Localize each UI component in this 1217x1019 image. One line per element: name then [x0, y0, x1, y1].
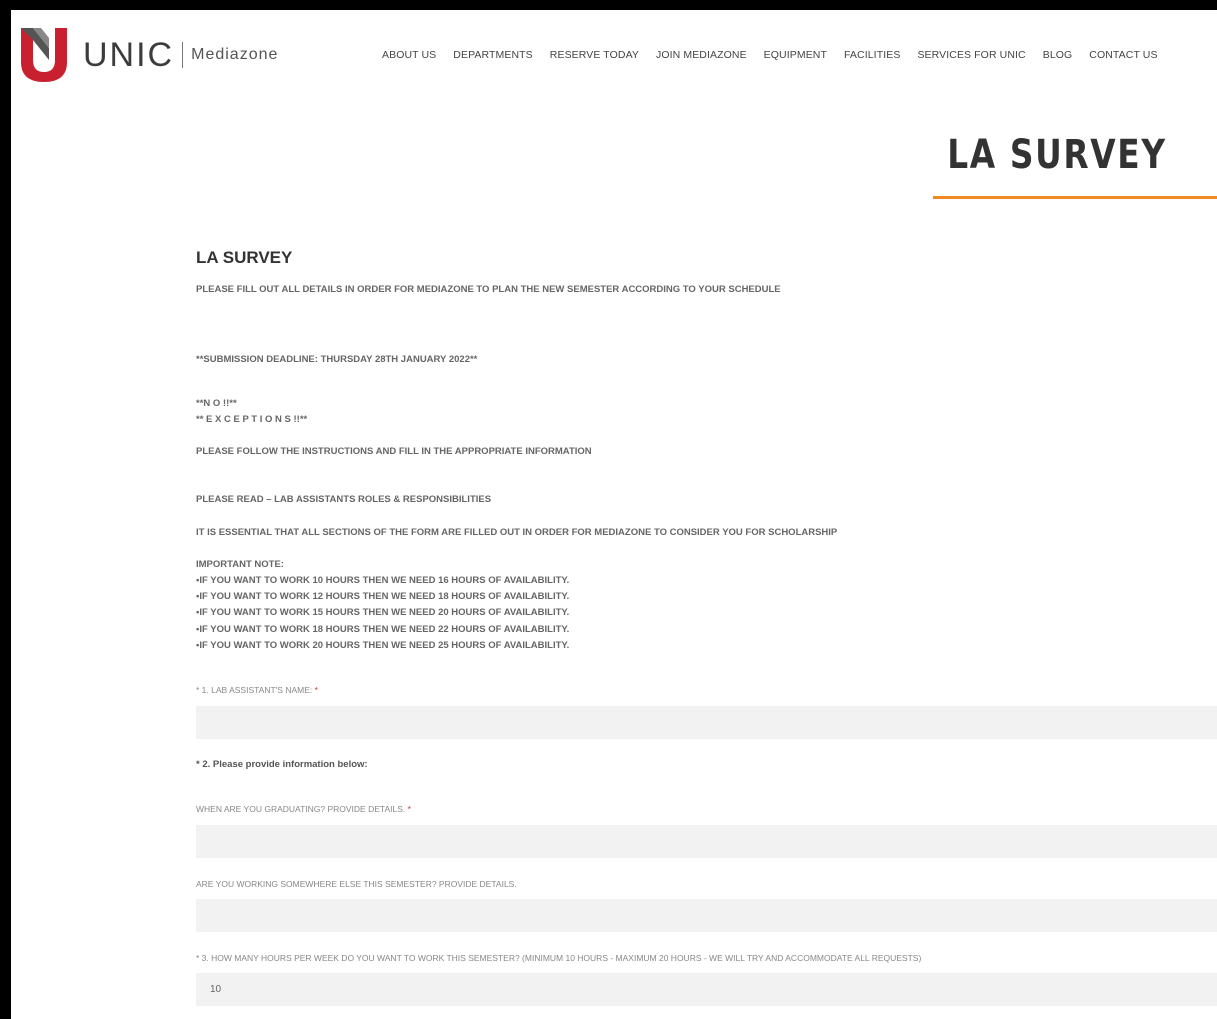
- main-nav: ABOUT US DEPARTMENTS RESERVE TODAY JOIN …: [382, 49, 1158, 61]
- important-note-title: IMPORTANT NOTE:: [196, 559, 284, 570]
- q1-label-text: * 1. LAB ASSISTANT'S NAME:: [196, 685, 313, 695]
- nav-departments[interactable]: DEPARTMENTS: [453, 49, 532, 61]
- logo-wordmark: UNIC: [83, 35, 175, 74]
- q2b-label: ARE YOU WORKING SOMEWHERE ELSE THIS SEME…: [196, 879, 517, 889]
- site-logo[interactable]: UNIC Mediazone: [19, 25, 279, 85]
- nav-about-us[interactable]: ABOUT US: [382, 49, 436, 61]
- note-item: •IF YOU WANT TO WORK 20 HOURS THEN WE NE…: [196, 640, 570, 651]
- page-title: LA SURVEY: [947, 132, 1167, 178]
- essential-text: IT IS ESSENTIAL THAT ALL SECTIONS OF THE…: [196, 527, 838, 538]
- required-marker: *: [314, 685, 318, 695]
- follow-instructions-text: PLEASE FOLLOW THE INSTRUCTIONS AND FILL …: [196, 446, 592, 457]
- q2a-label: WHEN ARE YOU GRADUATING? PROVIDE DETAILS…: [196, 804, 411, 814]
- required-marker: *: [407, 804, 411, 814]
- form-heading: LA SURVEY: [196, 248, 293, 267]
- q2a-label-text: WHEN ARE YOU GRADUATING? PROVIDE DETAILS…: [196, 804, 406, 814]
- other-work-input[interactable]: [196, 899, 1217, 932]
- note-item: •IF YOU WANT TO WORK 15 HOURS THEN WE NE…: [196, 607, 570, 618]
- hours-per-week-input[interactable]: [196, 973, 1217, 1006]
- roles-link[interactable]: PLEASE READ – LAB ASSISTANTS ROLES & RES…: [196, 494, 491, 505]
- q2-label: * 2. Please provide information below:: [196, 759, 368, 770]
- q1-label: * 1. LAB ASSISTANT'S NAME: *: [196, 685, 318, 695]
- graduation-details-input[interactable]: [196, 825, 1217, 858]
- nav-blog[interactable]: BLOG: [1043, 49, 1073, 61]
- site-header: UNIC Mediazone ABOUT US DEPARTMENTS RESE…: [11, 10, 1217, 105]
- note-item: •IF YOU WANT TO WORK 18 HOURS THEN WE NE…: [196, 624, 570, 635]
- lab-assistant-name-input[interactable]: [196, 706, 1217, 739]
- nav-equipment[interactable]: EQUIPMENT: [764, 49, 827, 61]
- nav-contact-us[interactable]: CONTACT US: [1089, 49, 1157, 61]
- logo-subtitle: Mediazone: [191, 46, 279, 63]
- page: UNIC Mediazone ABOUT US DEPARTMENTS RESE…: [11, 10, 1217, 1019]
- deadline-text: **SUBMISSION DEADLINE: THURSDAY 28TH JAN…: [196, 354, 478, 365]
- nav-join-mediazone[interactable]: JOIN MEDIAZONE: [656, 49, 747, 61]
- title-underline: [933, 196, 1217, 199]
- logo-divider: [182, 42, 184, 68]
- unic-shield-icon: [21, 28, 67, 82]
- note-item: •IF YOU WANT TO WORK 12 HOURS THEN WE NE…: [196, 591, 570, 602]
- intro-text: PLEASE FILL OUT ALL DETAILS IN ORDER FOR…: [196, 284, 781, 295]
- nav-facilities[interactable]: FACILITIES: [844, 49, 900, 61]
- exceptions-text: ** E X C E P T I O N S !!**: [196, 414, 308, 425]
- nav-reserve-today[interactable]: RESERVE TODAY: [550, 49, 639, 61]
- note-item: •IF YOU WANT TO WORK 10 HOURS THEN WE NE…: [196, 575, 570, 586]
- q3-label: * 3. HOW MANY HOURS PER WEEK DO YOU WANT…: [196, 953, 922, 963]
- nav-services-for-unic[interactable]: SERVICES FOR UNIC: [917, 49, 1025, 61]
- no-text: **N O !!**: [196, 398, 237, 409]
